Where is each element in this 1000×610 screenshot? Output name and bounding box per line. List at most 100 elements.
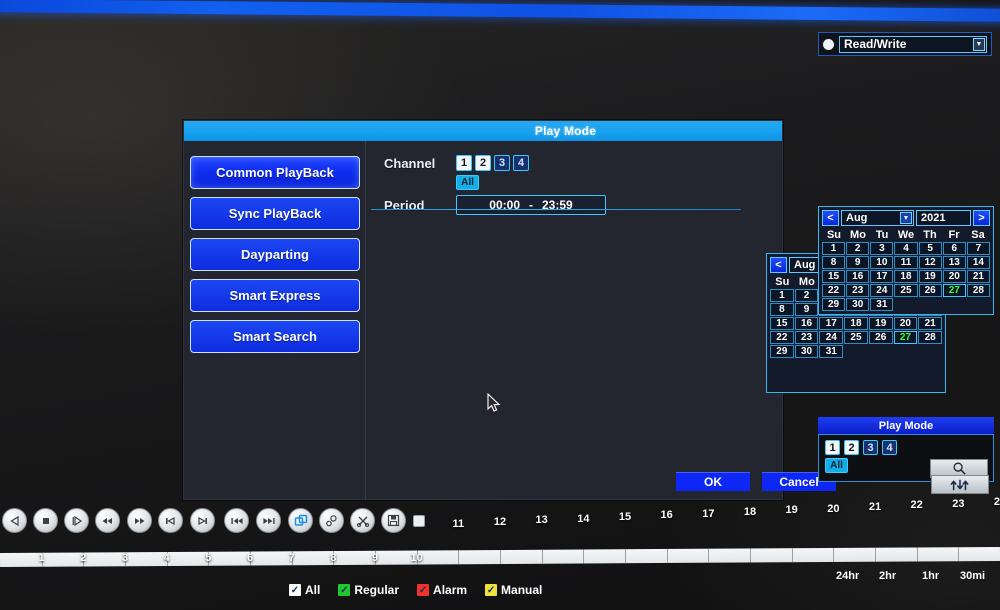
calendar-prev-button[interactable]: <: [770, 257, 787, 273]
calendar-day-28[interactable]: 28: [918, 331, 942, 344]
calendar-day-7[interactable]: 7: [967, 242, 990, 255]
calendar-day-23[interactable]: 23: [795, 331, 819, 344]
calendar-day-26[interactable]: 26: [919, 284, 942, 297]
calendar-day-14[interactable]: 14: [967, 256, 990, 269]
calendar-day-28[interactable]: 28: [967, 284, 990, 297]
calendar-day-1[interactable]: 1: [822, 242, 845, 255]
sync-playback-button[interactable]: [288, 508, 313, 533]
legend-item-alarm[interactable]: ✓Alarm: [417, 583, 467, 597]
read-write-select[interactable]: Read/Write ▼: [839, 36, 987, 53]
checkbox-alarm[interactable]: ✓: [417, 584, 429, 596]
legend-item-regular[interactable]: ✓Regular: [338, 583, 399, 597]
channel-2-button[interactable]: 2: [475, 155, 491, 171]
nav-dayparting[interactable]: Dayparting: [190, 238, 360, 271]
chevron-down-icon[interactable]: ▼: [973, 38, 985, 51]
calendar-day-4[interactable]: 4: [894, 242, 917, 255]
checkbox-manual[interactable]: ✓: [485, 584, 497, 596]
zoom-level-24hr[interactable]: 24hr: [836, 570, 859, 582]
calendar-day-27[interactable]: 27: [943, 284, 966, 297]
nav-common-playback[interactable]: Common PlayBack: [190, 156, 360, 189]
checkbox-all[interactable]: ✓: [289, 584, 301, 596]
calendar-day-15[interactable]: 15: [770, 317, 794, 330]
channel-4-button[interactable]: 4: [513, 155, 529, 171]
calendar-day-30[interactable]: 30: [846, 298, 869, 311]
calendar-day-16[interactable]: 16: [846, 270, 869, 283]
calendar-day-20[interactable]: 20: [943, 270, 966, 283]
previous-frame-button[interactable]: [224, 508, 249, 533]
calendar-day-24[interactable]: 24: [870, 284, 893, 297]
period-field[interactable]: 00:00 - 23:59: [456, 195, 606, 215]
calendar-day-25[interactable]: 25: [844, 331, 868, 344]
sidebar-channel-4-button[interactable]: 4: [882, 440, 897, 455]
checkbox-regular[interactable]: ✓: [338, 584, 350, 596]
calendar-day-8[interactable]: 8: [770, 303, 794, 316]
calendar-day-25[interactable]: 25: [894, 284, 917, 297]
save-button[interactable]: [381, 508, 406, 533]
calendar-day-29[interactable]: 29: [770, 345, 794, 358]
sidebar-calendar-next-button[interactable]: >: [973, 210, 990, 226]
calendar-day-18[interactable]: 18: [844, 317, 868, 330]
rewind-button[interactable]: [95, 508, 120, 533]
stop-button[interactable]: [33, 508, 58, 533]
channel-all-button[interactable]: All: [456, 175, 479, 190]
nav-sync-playback[interactable]: Sync PlayBack: [190, 197, 360, 230]
calendar-day-19[interactable]: 19: [919, 270, 942, 283]
play-reverse-button[interactable]: [2, 508, 27, 533]
calendar-day-9[interactable]: 9: [795, 303, 819, 316]
calendar-day-22[interactable]: 22: [770, 331, 794, 344]
sidebar-calendar-prev-button[interactable]: <: [822, 210, 839, 226]
calendar-day-2[interactable]: 2: [795, 289, 819, 302]
zoom-level-2hr[interactable]: 2hr: [879, 570, 896, 582]
sidebar-calendar-month-select[interactable]: Aug ▼: [841, 210, 914, 226]
calendar-day-30[interactable]: 30: [795, 345, 819, 358]
calendar-day-16[interactable]: 16: [795, 317, 819, 330]
calendar-day-26[interactable]: 26: [869, 331, 893, 344]
calendar-day-18[interactable]: 18: [894, 270, 917, 283]
clip-button[interactable]: [319, 508, 344, 533]
next-file-button[interactable]: [190, 508, 215, 533]
channel-3-button[interactable]: 3: [494, 155, 510, 171]
fast-forward-button[interactable]: [127, 508, 152, 533]
calendar-day-11[interactable]: 11: [894, 256, 917, 269]
calendar-day-17[interactable]: 17: [870, 270, 893, 283]
calendar-day-21[interactable]: 21: [967, 270, 990, 283]
previous-file-button[interactable]: [158, 508, 183, 533]
sidebar-calendar-year-field[interactable]: 2021: [916, 210, 971, 226]
zoom-level-30mi[interactable]: 30mi: [960, 570, 985, 582]
calendar-day-1[interactable]: 1: [770, 289, 794, 302]
calendar-day-15[interactable]: 15: [822, 270, 845, 283]
calendar-day-29[interactable]: 29: [822, 298, 845, 311]
legend-item-all[interactable]: ✓All: [289, 583, 320, 597]
calendar-day-23[interactable]: 23: [846, 284, 869, 297]
calendar-day-17[interactable]: 17: [819, 317, 843, 330]
sidebar-channel-1-button[interactable]: 1: [825, 440, 840, 455]
chevron-down-icon[interactable]: ▼: [900, 212, 912, 224]
calendar-day-10[interactable]: 10: [870, 256, 893, 269]
calendar-day-24[interactable]: 24: [819, 331, 843, 344]
play-button[interactable]: [64, 508, 89, 533]
legend-item-manual[interactable]: ✓Manual: [485, 583, 542, 597]
sync-button[interactable]: [931, 475, 989, 494]
zoom-level-1hr[interactable]: 1hr: [922, 570, 939, 582]
calendar-day-5[interactable]: 5: [919, 242, 942, 255]
calendar-day-21[interactable]: 21: [918, 317, 942, 330]
channel-1-button[interactable]: 1: [456, 155, 472, 171]
nav-smart-express[interactable]: Smart Express: [190, 279, 360, 312]
sidebar-channel-3-button[interactable]: 3: [863, 440, 878, 455]
nav-smart-search[interactable]: Smart Search: [190, 320, 360, 353]
calendar-day-13[interactable]: 13: [943, 256, 966, 269]
calendar-day-8[interactable]: 8: [822, 256, 845, 269]
ok-button[interactable]: OK: [676, 472, 750, 491]
calendar-day-9[interactable]: 9: [846, 256, 869, 269]
calendar-day-27[interactable]: 27: [894, 331, 918, 344]
record-stop-button[interactable]: [413, 515, 425, 527]
next-frame-button[interactable]: [256, 508, 281, 533]
timeline[interactable]: 1112131415161718192021222324 12345678910: [0, 536, 1000, 570]
calendar-day-3[interactable]: 3: [870, 242, 893, 255]
calendar-day-2[interactable]: 2: [846, 242, 869, 255]
calendar-day-22[interactable]: 22: [822, 284, 845, 297]
sidebar-channel-all-button[interactable]: All: [825, 458, 848, 473]
calendar-day-19[interactable]: 19: [869, 317, 893, 330]
cut-button[interactable]: [350, 508, 375, 533]
calendar-day-31[interactable]: 31: [819, 345, 843, 358]
